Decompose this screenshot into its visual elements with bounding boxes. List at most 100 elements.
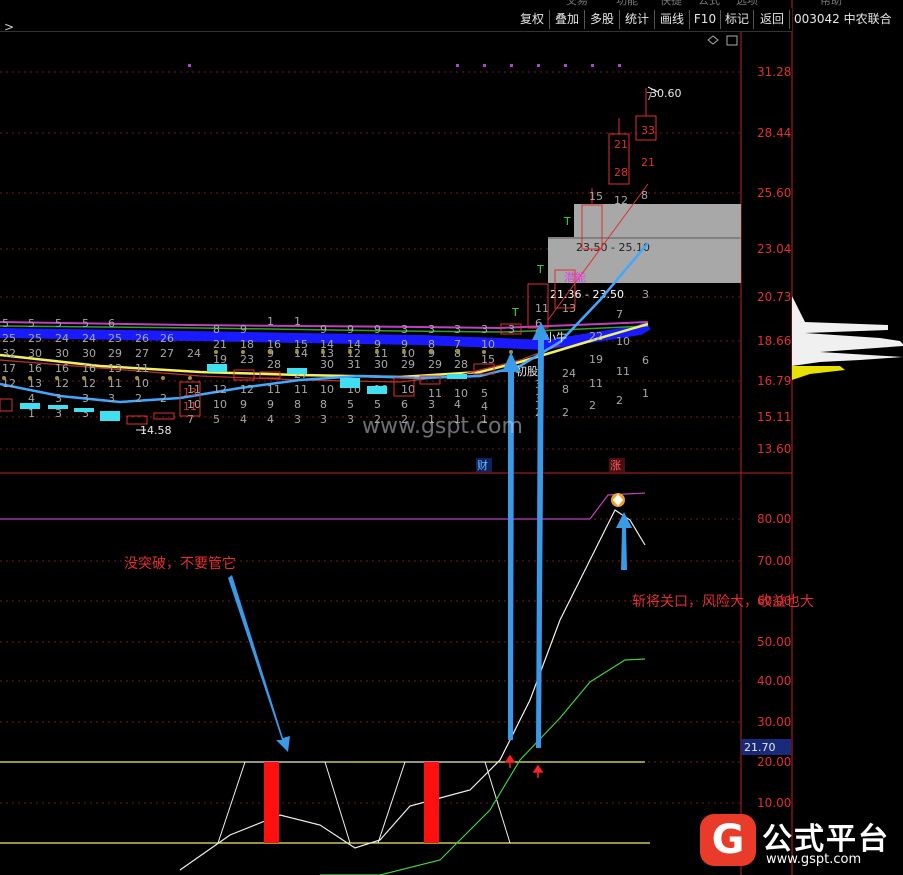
signal-bar xyxy=(264,762,279,843)
price-tick: 16.79 xyxy=(757,374,791,388)
watermark-text: www.gspt.com xyxy=(362,414,523,439)
svg-text:财: 财 xyxy=(477,458,488,472)
svg-text:6: 6 xyxy=(108,317,115,330)
svg-text:5: 5 xyxy=(2,317,9,330)
brand-url: www.gspt.com xyxy=(766,852,862,867)
svg-text:3: 3 xyxy=(320,413,327,426)
svg-text:8: 8 xyxy=(294,398,301,411)
svg-text:6: 6 xyxy=(401,398,408,411)
svg-text:5: 5 xyxy=(347,398,354,411)
chevron-right-icon[interactable]: > xyxy=(4,20,14,34)
svg-text:31: 31 xyxy=(347,358,361,371)
price-tick: 23.04 xyxy=(757,242,791,256)
svg-text:33: 33 xyxy=(641,124,655,137)
svg-text:2: 2 xyxy=(135,392,142,405)
potential-label: 潜能 xyxy=(564,270,586,284)
window-icon[interactable] xyxy=(726,35,738,46)
svg-text:4: 4 xyxy=(481,400,488,413)
svg-text:9: 9 xyxy=(240,398,247,411)
svg-text:10: 10 xyxy=(320,383,334,396)
svg-text:30: 30 xyxy=(374,358,388,371)
svg-text:32: 32 xyxy=(2,347,16,360)
statistics-button[interactable]: 统计 xyxy=(620,10,655,29)
svg-text:11: 11 xyxy=(616,365,630,378)
indicator-tick: 50.00 xyxy=(757,635,791,649)
svg-text:5: 5 xyxy=(55,317,62,330)
stock-chart-window: { "toolbar": { "buttons": ["复权", "叠加", "… xyxy=(0,0,903,875)
svg-text:25: 25 xyxy=(108,332,122,345)
svg-text:16: 16 xyxy=(82,362,96,375)
svg-text:3: 3 xyxy=(428,323,435,336)
svg-text:1: 1 xyxy=(642,387,649,400)
svg-text:3: 3 xyxy=(82,392,89,405)
overlay-button[interactable]: 叠加 xyxy=(550,10,585,29)
svg-text:27: 27 xyxy=(135,347,149,360)
svg-text:25: 25 xyxy=(28,332,42,345)
svg-text:12: 12 xyxy=(213,383,227,396)
price-tick: 20.73 xyxy=(757,290,791,304)
svg-text:16: 16 xyxy=(28,362,42,375)
svg-text:8: 8 xyxy=(320,398,327,411)
svg-text:3: 3 xyxy=(428,398,435,411)
price-tick: 15.11 xyxy=(757,410,791,424)
svg-text:3: 3 xyxy=(454,323,461,336)
svg-text:2: 2 xyxy=(562,406,569,419)
svg-text:11: 11 xyxy=(183,400,197,413)
svg-text:2: 2 xyxy=(589,399,596,412)
indicator-tick: 40.00 xyxy=(757,674,791,688)
volume-profile xyxy=(792,296,903,380)
svg-text:13: 13 xyxy=(108,362,122,375)
indicator-axis: 80.00 70.00 60.00 50.00 40.00 30.00 20.0… xyxy=(757,512,791,810)
svg-text:10: 10 xyxy=(481,338,495,351)
svg-text:15: 15 xyxy=(589,190,603,203)
svg-text:26: 26 xyxy=(160,332,174,345)
svg-text:3: 3 xyxy=(481,323,488,336)
mark-button[interactable]: 标记 xyxy=(721,10,754,29)
indicator-current-value: 21.70 xyxy=(744,741,776,754)
restore-rights-button[interactable]: 复权 xyxy=(515,10,550,29)
svg-text:22: 22 xyxy=(589,330,603,343)
draw-line-button[interactable]: 画线 xyxy=(655,10,690,29)
svg-text:7: 7 xyxy=(616,308,623,321)
svg-text:21: 21 xyxy=(641,156,655,169)
svg-text:24: 24 xyxy=(55,332,69,345)
svg-text:12: 12 xyxy=(240,383,254,396)
svg-text:9: 9 xyxy=(347,323,354,336)
high-price-label: 30.60 xyxy=(650,87,682,100)
svg-text:16: 16 xyxy=(55,362,69,375)
svg-text:9: 9 xyxy=(320,323,327,336)
svg-text:3: 3 xyxy=(642,288,649,301)
svg-text:5: 5 xyxy=(28,317,35,330)
diamond-icon[interactable] xyxy=(707,35,719,45)
price-axis: 31.28 28.44 25.60 23.04 20.73 18.66 16.7… xyxy=(757,65,791,456)
svg-text:10: 10 xyxy=(616,335,630,348)
svg-text:10: 10 xyxy=(401,383,415,396)
multi-stock-button[interactable]: 多股 xyxy=(585,10,620,29)
svg-text:23: 23 xyxy=(240,353,254,366)
svg-text:29: 29 xyxy=(108,347,122,360)
svg-text:24: 24 xyxy=(82,332,96,345)
svg-text:12: 12 xyxy=(614,194,628,207)
f10-button[interactable]: F10 xyxy=(690,10,721,29)
svg-text:5: 5 xyxy=(213,413,220,426)
svg-text:11: 11 xyxy=(535,302,549,315)
svg-text:24: 24 xyxy=(562,367,576,380)
stock-title: 003042 中农联合 xyxy=(794,12,892,26)
svg-text:17: 17 xyxy=(2,362,16,375)
t-signal: T xyxy=(511,306,519,319)
price-tick: 13.60 xyxy=(757,442,791,456)
svg-text:24: 24 xyxy=(187,347,201,360)
svg-text:4: 4 xyxy=(240,413,247,426)
svg-text:30: 30 xyxy=(55,347,69,360)
svg-text:3: 3 xyxy=(347,413,354,426)
svg-text:5: 5 xyxy=(481,387,488,400)
logo-icon: G xyxy=(700,814,756,866)
svg-text:9: 9 xyxy=(267,398,274,411)
svg-text:3: 3 xyxy=(401,323,408,336)
svg-text:28: 28 xyxy=(267,358,281,371)
svg-text:29: 29 xyxy=(428,358,442,371)
annotation-no-breakout: 没突破，不要管它 xyxy=(124,555,236,572)
svg-text:10: 10 xyxy=(213,398,227,411)
svg-text:4: 4 xyxy=(454,398,461,411)
back-button[interactable]: 返回 xyxy=(755,10,790,29)
